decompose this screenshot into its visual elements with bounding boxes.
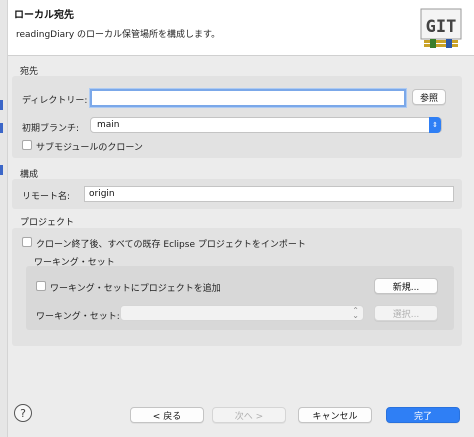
branch-label: 初期ブランチ: [22, 124, 80, 134]
browse-button[interactable]: 参照 [412, 89, 446, 105]
directory-label: ディレクトリー: [22, 96, 88, 106]
git-logo-icon: GIT [420, 8, 462, 48]
project-group-label: プロジェクト [20, 218, 75, 228]
branch-select[interactable]: main ⇕ [90, 117, 442, 133]
working-set-select[interactable]: ⌃ ⌄ [120, 305, 364, 321]
working-set-group: ワーキング・セットにプロジェクトを追加 新規... ワーキング・セット: ⌃ ⌄ … [26, 266, 454, 330]
wizard-header: ローカル宛先 readingDiary のローカル保管場所を構成します。 GIT [8, 0, 474, 56]
back-button[interactable]: < 戻る [130, 407, 204, 423]
left-edge [0, 0, 8, 437]
git-logo-text: GIT [426, 17, 457, 37]
import-projects-checkbox[interactable] [22, 237, 32, 247]
working-set-label: ワーキング・セット: [36, 312, 120, 322]
config-group: リモート名: [12, 179, 462, 209]
submodule-checkbox[interactable] [22, 140, 32, 150]
new-working-set-button[interactable]: 新規... [374, 278, 438, 294]
cancel-button[interactable]: キャンセル [298, 407, 372, 423]
project-group: クローン終了後、すべての既存 Eclipse プロジェクトをインポート ワーキン… [12, 228, 462, 346]
edge-marker [0, 165, 3, 175]
finish-button[interactable]: 完了 [386, 407, 460, 423]
select-working-set-button[interactable]: 選択... [374, 305, 438, 321]
next-button[interactable]: 次へ > [212, 407, 286, 423]
add-to-working-set-label[interactable]: ワーキング・セットにプロジェクトを追加 [50, 281, 221, 294]
remote-name-label: リモート名: [22, 192, 71, 202]
add-to-working-set-checkbox[interactable] [36, 281, 46, 291]
page-description: readingDiary のローカル保管場所を構成します。 [16, 30, 221, 40]
import-projects-label[interactable]: クローン終了後、すべての既存 Eclipse プロジェクトをインポート [36, 237, 306, 250]
help-icon[interactable]: ? [14, 404, 32, 422]
edge-marker [0, 100, 3, 110]
submodule-label[interactable]: サブモジュールのクローン [36, 140, 143, 153]
page-title: ローカル宛先 [14, 10, 74, 21]
branch-value: main [97, 120, 120, 130]
select-arrows-icon: ⌃ ⌄ [352, 306, 359, 320]
remote-name-input[interactable] [84, 186, 454, 202]
directory-input[interactable] [90, 89, 406, 107]
edge-marker [0, 123, 3, 133]
select-arrows-icon: ⇕ [429, 117, 441, 133]
destination-group: ディレクトリー: 参照 初期ブランチ: main ⇕ サブモジュールのクローン [12, 76, 462, 158]
